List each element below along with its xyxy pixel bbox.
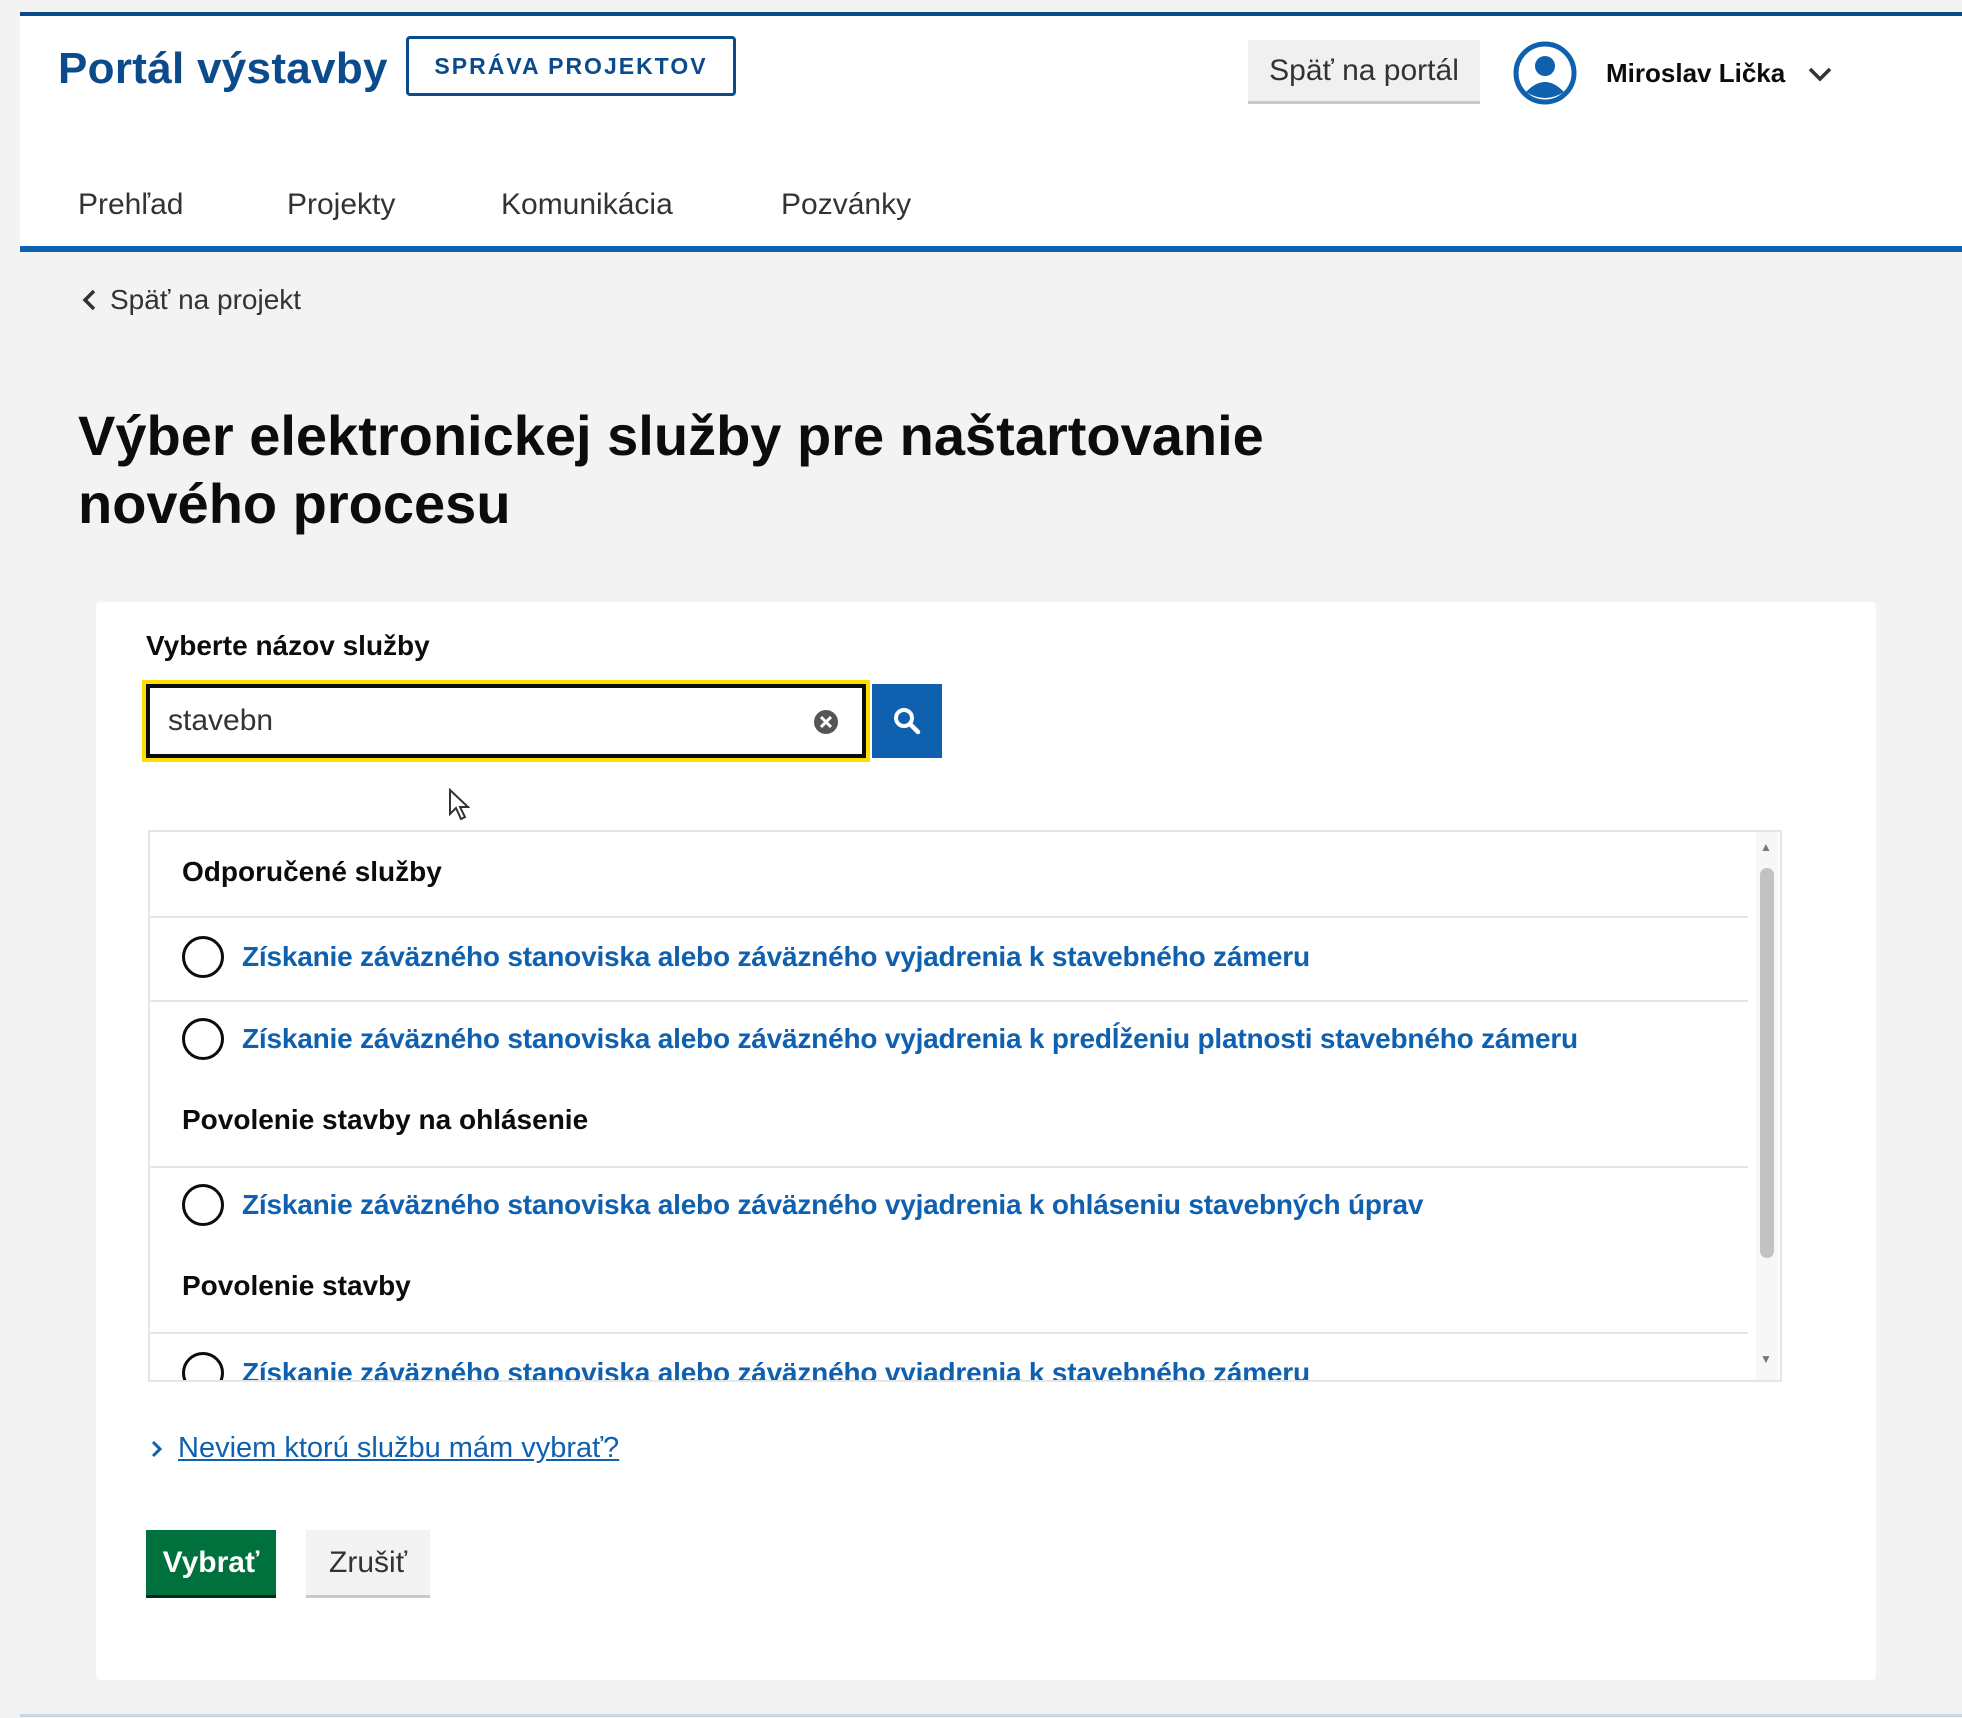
- nav-item-komunikacia[interactable]: Komunikácia: [501, 188, 673, 222]
- scroll-down-arrow[interactable]: ▼: [1760, 1352, 1772, 1366]
- cancel-button[interactable]: Zrušiť: [306, 1530, 430, 1598]
- row-divider: [150, 916, 1748, 918]
- service-option[interactable]: Získanie záväzného stanoviska alebo závä…: [182, 1352, 1310, 1380]
- service-name-label: Vyberte názov služby: [146, 630, 430, 661]
- chevron-right-icon: [151, 1440, 163, 1457]
- row-divider: [150, 1000, 1748, 1002]
- nav-item-projekty[interactable]: Projekty: [287, 188, 395, 222]
- service-results-list[interactable]: Odporučené služby Získanie záväzného sta…: [148, 830, 1782, 1382]
- scrollbar-thumb[interactable]: [1760, 868, 1774, 1258]
- nav-item-pozvanky[interactable]: Pozvánky: [781, 188, 911, 222]
- service-search-input[interactable]: stavebn: [142, 680, 870, 762]
- page-title: Výber elektronickej služby pre naštartov…: [78, 402, 1338, 538]
- back-to-project-label: Späť na projekt: [110, 284, 302, 315]
- help-link-label[interactable]: Neviem ktorú službu mám vybrať?: [178, 1432, 619, 1465]
- service-option[interactable]: Získanie záväzného stanoviska alebo závä…: [182, 1018, 1578, 1060]
- group-title-building-permit: Povolenie stavby: [182, 1270, 411, 1301]
- service-option-label[interactable]: Získanie záväzného stanoviska alebo závä…: [242, 941, 1310, 973]
- cursor-icon: [449, 788, 470, 821]
- service-option-label[interactable]: Získanie záväzného stanoviska alebo závä…: [242, 1189, 1423, 1221]
- service-option-radio[interactable]: [182, 1352, 224, 1380]
- service-option-label[interactable]: Získanie záväzného stanoviska alebo závä…: [242, 1023, 1578, 1055]
- search-button[interactable]: [872, 684, 942, 758]
- search-icon: [894, 708, 921, 735]
- section-badge: SPRÁVA PROJEKTOV: [406, 36, 736, 96]
- nav-divider: [20, 246, 1962, 252]
- user-avatar-icon[interactable]: [1512, 40, 1578, 106]
- page-title-line-2: nového procesu: [78, 472, 511, 535]
- service-option-radio[interactable]: [182, 1018, 224, 1060]
- row-divider: [150, 1332, 1748, 1334]
- select-button[interactable]: Vybrať: [146, 1530, 276, 1598]
- portal-logo[interactable]: Portál výstavby: [58, 44, 388, 94]
- service-option-label[interactable]: Získanie záväzného stanoviska alebo závä…: [242, 1357, 1310, 1380]
- clear-icon[interactable]: [812, 708, 840, 736]
- user-name[interactable]: Miroslav Lička: [1606, 58, 1785, 89]
- service-option-radio[interactable]: [182, 936, 224, 978]
- back-to-portal-button[interactable]: Späť na portál: [1248, 40, 1480, 104]
- group-title-notification: Povolenie stavby na ohlásenie: [182, 1104, 589, 1135]
- chevron-left-icon: [82, 289, 96, 311]
- help-disclosure-link[interactable]: Neviem ktorú službu mám vybrať?: [150, 1432, 619, 1465]
- nav-item-prehlad[interactable]: Prehľad: [78, 188, 183, 222]
- service-option[interactable]: Získanie záväzného stanoviska alebo závä…: [182, 1184, 1423, 1226]
- scroll-up-arrow[interactable]: ▲: [1760, 840, 1772, 854]
- back-to-project-link[interactable]: Späť na projekt: [80, 284, 301, 316]
- main-navigation: Prehľad Projekty Komunikácia Pozvánky: [20, 162, 1962, 246]
- service-option-radio[interactable]: [182, 1184, 224, 1226]
- service-option[interactable]: Získanie záväzného stanoviska alebo závä…: [182, 936, 1310, 978]
- page-title-line-1: Výber elektronickej služby pre naštartov…: [78, 404, 1264, 467]
- bottom-divider: [20, 1714, 1962, 1717]
- row-divider: [150, 1166, 1748, 1168]
- group-title-recommended: Odporučené služby: [182, 856, 442, 887]
- chevron-down-icon[interactable]: [1804, 60, 1836, 88]
